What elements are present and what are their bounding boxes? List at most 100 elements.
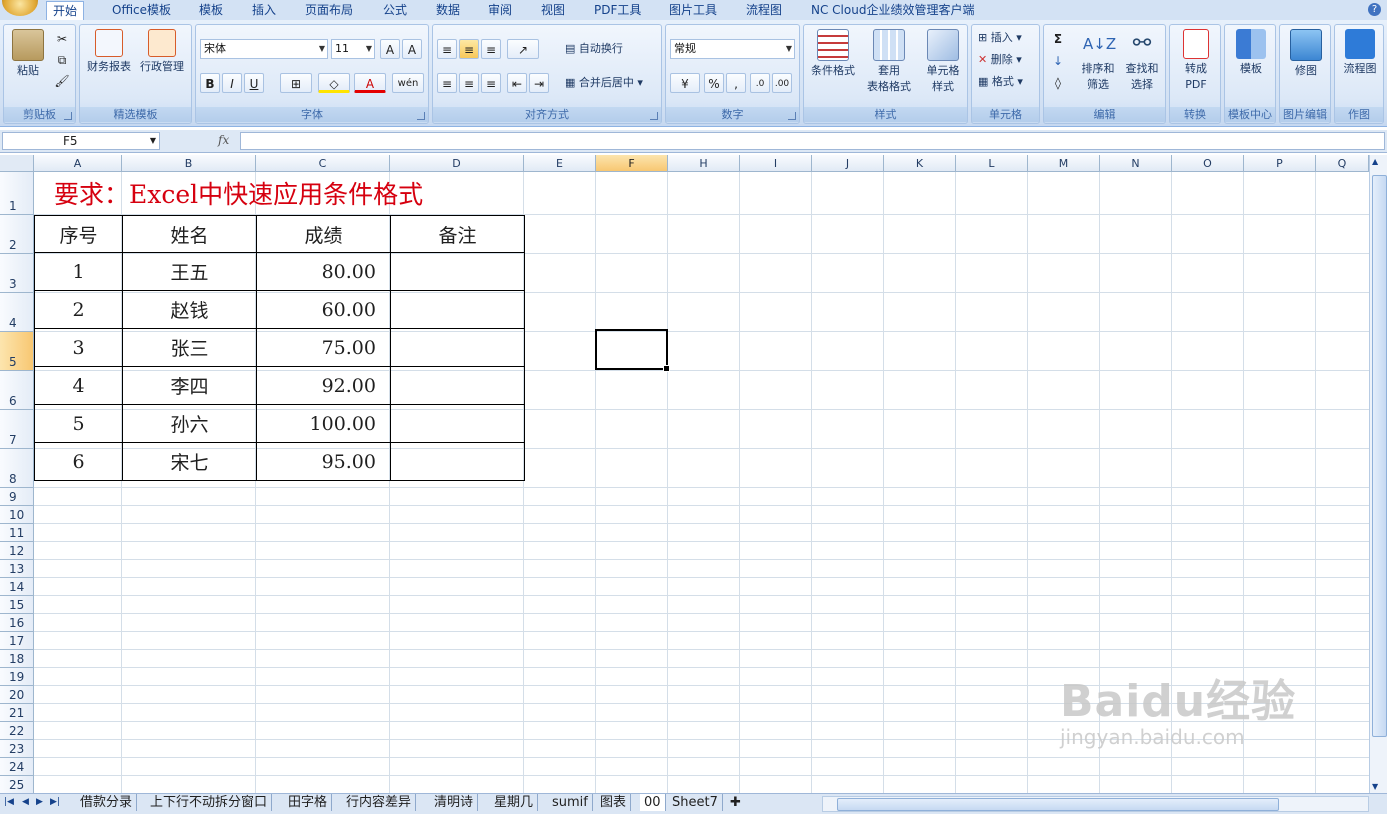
sheet-tab[interactable]: 图表: [596, 794, 632, 811]
column-header[interactable]: O: [1172, 155, 1244, 172]
sheet-title[interactable]: 要求：Excel中快速应用条件格式: [54, 175, 423, 211]
row-header[interactable]: 4: [0, 293, 34, 332]
font-name-select[interactable]: 宋体 ▼: [200, 39, 328, 59]
row-header[interactable]: 13: [0, 560, 34, 578]
italic-icon[interactable]: I: [222, 73, 242, 93]
decrease-decimal-icon[interactable]: .00: [772, 73, 792, 93]
table-cell[interactable]: 92.00: [256, 366, 391, 405]
row-header[interactable]: 18: [0, 650, 34, 668]
sheet-tab[interactable]: 星期几: [490, 794, 539, 811]
table-cell[interactable]: 75.00: [256, 328, 391, 367]
phonetic-icon[interactable]: wén: [392, 73, 424, 93]
table-cell[interactable]: [390, 404, 525, 443]
tab-flowchart[interactable]: 流程图: [746, 1, 782, 20]
row-header[interactable]: 15: [0, 596, 34, 614]
row-header[interactable]: 6: [0, 371, 34, 410]
tab-insert[interactable]: 插入: [252, 1, 276, 20]
row-header[interactable]: 19: [0, 668, 34, 686]
delete-cells-button[interactable]: ✕ 删除 ▾: [978, 51, 1022, 69]
insert-cells-button[interactable]: ⊞ 插入 ▾: [978, 29, 1022, 47]
format-painter-icon[interactable]: 🖌: [52, 71, 72, 91]
row-header[interactable]: 10: [0, 506, 34, 524]
flowchart-button[interactable]: 流程图: [1336, 29, 1384, 77]
table-cell[interactable]: [390, 252, 525, 291]
prev-sheet-icon[interactable]: ◀: [22, 797, 29, 807]
comma-icon[interactable]: ,: [726, 73, 746, 93]
autosum-icon[interactable]: Σ: [1048, 29, 1068, 49]
finance-report-button[interactable]: 财务报表: [84, 29, 134, 75]
worksheet-grid[interactable]: A B C D E F H I J K L M N O P Q 12345678…: [0, 155, 1387, 793]
tab-review[interactable]: 审阅: [488, 1, 512, 20]
tab-home[interactable]: 开始: [46, 1, 85, 21]
table-cell[interactable]: 赵钱: [122, 290, 257, 329]
table-header-cell[interactable]: 姓名: [122, 215, 257, 253]
row-header[interactable]: 17: [0, 632, 34, 650]
retouch-button[interactable]: 修图: [1282, 29, 1330, 79]
format-cells-button[interactable]: ▦ 格式 ▾: [978, 73, 1023, 91]
row-header[interactable]: 3: [0, 254, 34, 293]
template-button[interactable]: 模板: [1227, 29, 1275, 77]
table-header-cell[interactable]: 序号: [34, 215, 123, 253]
sheet-tab[interactable]: 田字格: [284, 794, 333, 811]
increase-indent-icon[interactable]: ⇥: [529, 73, 549, 93]
grow-font-icon[interactable]: A: [380, 39, 400, 59]
tab-view[interactable]: 视图: [541, 1, 565, 20]
table-cell[interactable]: 宋七: [122, 442, 257, 481]
conditional-format-button[interactable]: 条件格式: [806, 29, 860, 79]
percent-icon[interactable]: %: [704, 73, 724, 93]
table-cell[interactable]: 60.00: [256, 290, 391, 329]
paste-button[interactable]: 粘贴: [10, 29, 46, 79]
shrink-font-icon[interactable]: A: [402, 39, 422, 59]
row-header[interactable]: 11: [0, 524, 34, 542]
table-header-cell[interactable]: 备注: [390, 215, 525, 253]
tab-image-tools[interactable]: 图片工具: [669, 1, 717, 20]
office-button[interactable]: [2, 0, 38, 16]
column-header[interactable]: B: [122, 155, 256, 172]
select-all-corner[interactable]: [0, 155, 34, 172]
fill-icon[interactable]: ↓: [1048, 51, 1068, 71]
row-header[interactable]: 16: [0, 614, 34, 632]
row-header[interactable]: 24: [0, 758, 34, 776]
column-header[interactable]: D: [390, 155, 524, 172]
launcher-icon[interactable]: [650, 112, 658, 120]
active-cell-cursor[interactable]: [595, 329, 670, 372]
row-header[interactable]: 20: [0, 686, 34, 704]
table-cell[interactable]: 80.00: [256, 252, 391, 291]
first-sheet-icon[interactable]: |◀: [4, 797, 14, 807]
currency-icon[interactable]: ¥: [670, 73, 700, 93]
convert-pdf-button[interactable]: 转成 PDF: [1172, 29, 1220, 93]
launcher-icon[interactable]: [64, 112, 72, 120]
cut-icon[interactable]: ✂: [52, 29, 72, 49]
column-header[interactable]: M: [1028, 155, 1100, 172]
border-icon[interactable]: ⊞: [280, 73, 312, 93]
table-cell[interactable]: 张三: [122, 328, 257, 367]
tab-pdf-tools[interactable]: PDF工具: [594, 1, 641, 20]
sort-filter-button[interactable]: A↓Z 排序和 筛选: [1076, 29, 1120, 93]
align-center-icon[interactable]: ≡: [459, 73, 479, 93]
column-header[interactable]: P: [1244, 155, 1316, 172]
table-cell[interactable]: [390, 442, 525, 481]
sheet-tab[interactable]: 清明诗: [430, 794, 479, 811]
launcher-icon[interactable]: [417, 112, 425, 120]
table-cell[interactable]: [390, 328, 525, 367]
formula-input[interactable]: [240, 132, 1385, 150]
align-bottom-icon[interactable]: ≡: [481, 39, 501, 59]
vertical-scroll-thumb[interactable]: [1372, 175, 1387, 737]
decrease-indent-icon[interactable]: ⇤: [507, 73, 527, 93]
orientation-icon[interactable]: ↗: [507, 39, 539, 59]
font-color-icon[interactable]: A: [354, 73, 386, 93]
horizontal-scroll-thumb[interactable]: [837, 798, 1279, 811]
table-cell[interactable]: 5: [34, 404, 123, 443]
wrap-text-button[interactable]: ▤ 自动换行: [565, 40, 623, 58]
table-cell[interactable]: 王五: [122, 252, 257, 291]
merge-center-button[interactable]: ▦ 合并后居中 ▾: [565, 74, 643, 92]
tab-data[interactable]: 数据: [436, 1, 460, 20]
fill-color-icon[interactable]: ◇: [318, 73, 350, 93]
align-top-icon[interactable]: ≡: [437, 39, 457, 59]
tab-templates[interactable]: 模板: [199, 1, 223, 20]
column-header[interactable]: A: [34, 155, 122, 172]
increase-decimal-icon[interactable]: .0: [750, 73, 770, 93]
name-box[interactable]: F5 ▼: [2, 132, 160, 150]
font-size-select[interactable]: 11 ▼: [331, 39, 375, 59]
table-cell[interactable]: 3: [34, 328, 123, 367]
